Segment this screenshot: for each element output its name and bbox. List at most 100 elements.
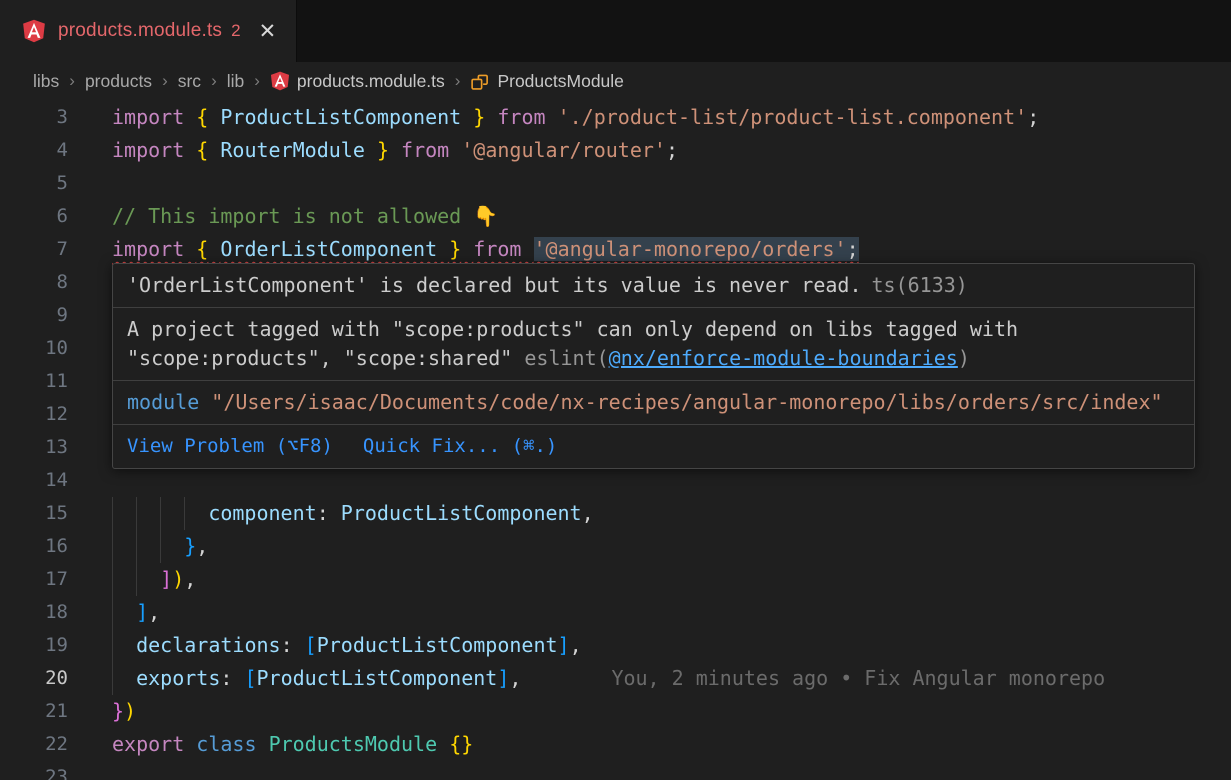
code-token — [389, 138, 401, 162]
angular-icon — [22, 19, 46, 43]
hover-actions: View Problem (⌥F8) Quick Fix... (⌘.) — [113, 425, 1194, 468]
code-line-22[interactable]: export class ProductsModule {} — [112, 728, 1231, 761]
code-token — [449, 138, 461, 162]
code-token: } — [473, 105, 485, 129]
code-token: } — [449, 237, 461, 261]
line-number-3: 3 — [0, 101, 68, 134]
code-token: ProductListComponent — [257, 666, 498, 690]
code-token: ] — [497, 666, 509, 690]
code-token: { — [196, 237, 208, 261]
breadcrumb-item-lib[interactable]: lib — [227, 71, 245, 92]
indent-guide — [136, 530, 160, 563]
indent-guide — [112, 563, 136, 596]
line-number-14: 14 — [0, 464, 68, 497]
code-line-19[interactable]: declarations: [ProductListComponent], — [112, 629, 1231, 662]
code-token — [521, 237, 533, 261]
code-token: : — [317, 501, 341, 525]
code-token: '@angular/router' — [461, 138, 666, 162]
code-line-6[interactable]: // This import is not allowed 👇 — [112, 200, 1231, 233]
code-line-16[interactable]: }, — [112, 530, 1231, 563]
gutter: 34567891011121314151617181920212223 — [0, 101, 68, 780]
breadcrumb-item-libs[interactable]: libs — [33, 71, 59, 92]
view-problem-button[interactable]: View Problem (⌥F8) — [127, 432, 333, 461]
indent-guide — [184, 497, 208, 530]
line-number-10: 10 — [0, 332, 68, 365]
close-icon[interactable]: ✕ — [259, 21, 277, 42]
line-number-15: 15 — [0, 497, 68, 530]
code-token — [208, 237, 220, 261]
code-token: ) — [124, 699, 136, 723]
code-token: : — [281, 633, 305, 657]
line-number-11: 11 — [0, 365, 68, 398]
breadcrumb-item-symbol[interactable]: ProductsModule — [497, 71, 623, 92]
code-token: class — [196, 732, 256, 756]
indent-guide — [112, 629, 136, 662]
line-number-6: 6 — [0, 200, 68, 233]
hover-module-info: module "/Users/isaac/Documents/code/nx-r… — [113, 381, 1194, 425]
code-line-18[interactable]: ], — [112, 596, 1231, 629]
line-number-9: 9 — [0, 299, 68, 332]
editor[interactable]: 34567891011121314151617181920212223 impo… — [0, 100, 1231, 780]
code-token: , — [509, 666, 521, 690]
code-token: ; — [666, 138, 678, 162]
tab-bar: products.module.ts 2 ✕ — [0, 0, 1231, 62]
breadcrumb-item-file[interactable]: products.module.ts — [297, 71, 445, 92]
indent-guide — [160, 530, 184, 563]
code-token: } — [112, 699, 124, 723]
angular-icon — [270, 71, 290, 91]
code-token: , — [582, 501, 594, 525]
line-number-4: 4 — [0, 134, 68, 167]
tab-products-module[interactable]: products.module.ts 2 ✕ — [0, 0, 297, 62]
code-line-17[interactable]: ]), — [112, 563, 1231, 596]
line-number-13: 13 — [0, 431, 68, 464]
breadcrumb-item-products[interactable]: products — [85, 71, 152, 92]
line-number-8: 8 — [0, 266, 68, 299]
code-token: OrderListComponent — [220, 237, 437, 261]
code-token: RouterModule — [220, 138, 365, 162]
code-token: from — [401, 138, 449, 162]
chevron-right-icon: › — [69, 71, 75, 91]
indent-guide — [112, 596, 136, 629]
code-line-20[interactable]: exports: [ProductListComponent],You, 2 m… — [112, 662, 1231, 695]
code-token — [461, 237, 473, 261]
quick-fix-button[interactable]: Quick Fix... (⌘.) — [363, 432, 557, 461]
indent-guide — [112, 662, 136, 695]
code-token — [184, 138, 196, 162]
code-line-3[interactable]: import { ProductListComponent } from './… — [112, 101, 1231, 134]
code-line-5[interactable] — [112, 167, 1231, 200]
code-token: declarations — [136, 633, 281, 657]
code-line-7[interactable]: import { OrderListComponent } from '@ang… — [112, 233, 1231, 266]
ts-source: ts(6133) — [872, 273, 968, 297]
code-line-15[interactable]: component: ProductListComponent, — [112, 497, 1231, 530]
indent-guide — [136, 563, 160, 596]
line-number-17: 17 — [0, 563, 68, 596]
code-token: ProductListComponent — [220, 105, 461, 129]
code-line-23[interactable] — [112, 761, 1231, 780]
code-token: ProductListComponent — [317, 633, 558, 657]
module-keyword: module — [127, 390, 199, 414]
code-token — [461, 105, 473, 129]
code-line-21[interactable]: }) — [112, 695, 1231, 728]
code-token: import — [112, 105, 184, 129]
code-line-4[interactable]: import { RouterModule } from '@angular/r… — [112, 134, 1231, 167]
breadcrumb: libs › products › src › lib › products.m… — [0, 62, 1231, 100]
breadcrumb-item-src[interactable]: src — [178, 71, 201, 92]
chevron-right-icon: › — [162, 71, 168, 91]
git-blame-annotation: You, 2 minutes ago • Fix Angular monorep… — [611, 666, 1105, 690]
code-token: } — [377, 138, 389, 162]
eslint-rule-link[interactable]: @nx/enforce-module-boundaries — [609, 346, 958, 370]
hover-ts-diagnostic: 'OrderListComponent' is declared but its… — [113, 264, 1194, 308]
code-token — [546, 105, 558, 129]
code-token: } — [184, 534, 196, 558]
chevron-right-icon: › — [455, 71, 461, 91]
chevron-right-icon: › — [254, 71, 260, 91]
code-token: exports — [136, 666, 220, 690]
tab-title: products.module.ts — [58, 20, 222, 42]
tab-problems-badge: 2 — [231, 21, 240, 41]
module-path: "/Users/isaac/Documents/code/nx-recipes/… — [199, 390, 1162, 414]
code-token: import — [112, 237, 184, 261]
indent-guide — [112, 497, 136, 530]
code-token — [208, 138, 220, 162]
code-token: , — [184, 567, 196, 591]
code-token: : — [220, 666, 244, 690]
